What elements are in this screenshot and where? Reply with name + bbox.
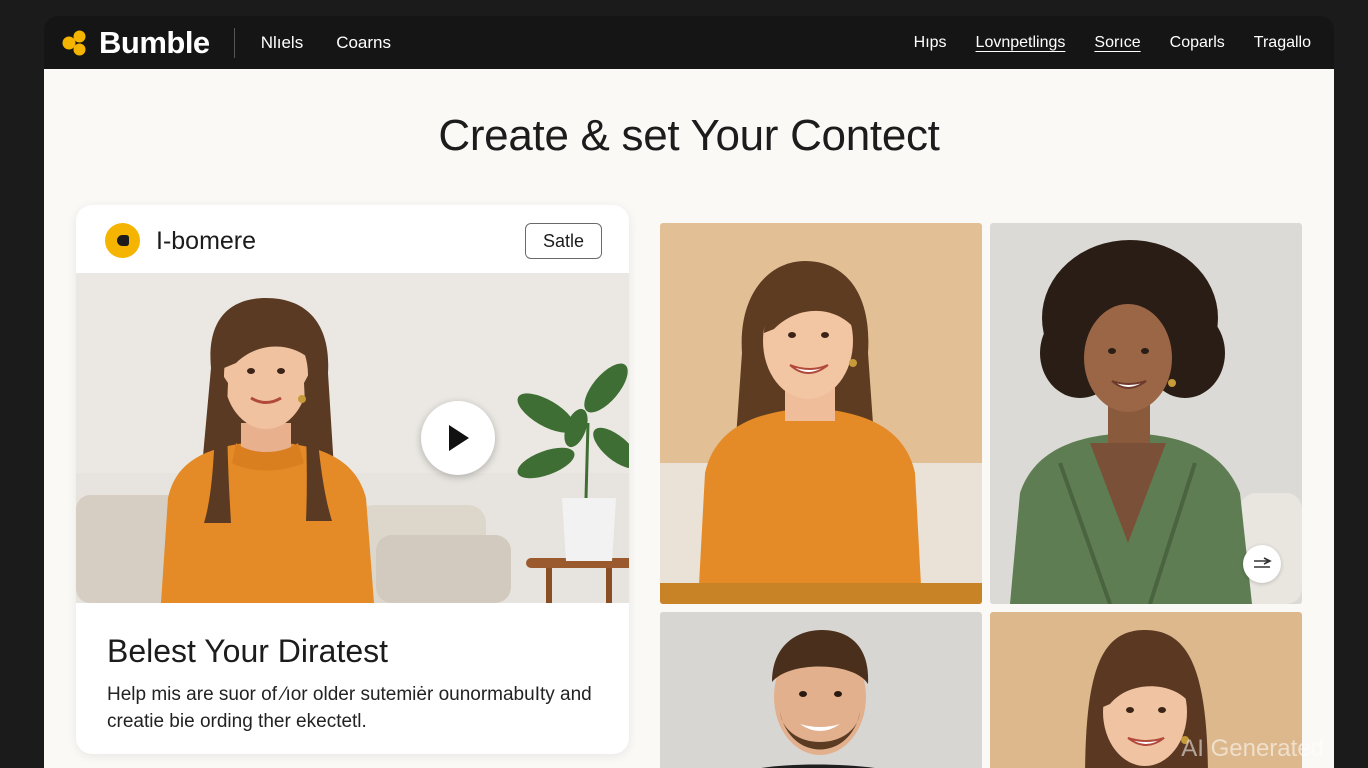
photo-image	[660, 223, 982, 604]
play-icon	[449, 425, 469, 451]
card-header: I-bomere Satle	[76, 205, 629, 273]
nav-item-hps[interactable]: Hıps	[914, 34, 947, 52]
header-divider	[233, 27, 235, 58]
main-content: Create & set Your Contect I-bomere Satle	[44, 69, 1334, 768]
top-nav-bar: Bumble Nlıels Coarns Hıps Lovnpetlings S…	[44, 16, 1334, 69]
card-description: Help mis are suor of ⁄ıor older sutemiėr…	[107, 684, 592, 732]
profile-photo-2[interactable]	[990, 223, 1302, 604]
profile-photo-1[interactable]	[660, 223, 982, 604]
swap-icon	[1254, 557, 1272, 568]
nav-left: Nlıels Coarns	[261, 33, 391, 53]
nav-item-coparls[interactable]: Coparls	[1170, 34, 1225, 52]
photo-image	[660, 612, 982, 768]
bumble-logo-icon	[62, 30, 86, 55]
nav-item-sorice[interactable]: Sorıce	[1094, 34, 1140, 52]
nav-item-tragallo[interactable]: Tragallo	[1254, 34, 1311, 52]
save-button[interactable]: Satle	[525, 223, 602, 259]
nav-item-nlels[interactable]: Nlıels	[261, 33, 304, 53]
video-image	[76, 273, 629, 603]
nav-item-coarns[interactable]: Coarns	[336, 33, 391, 53]
photo-action-button[interactable]	[1243, 545, 1281, 583]
profile-photo-3[interactable]	[660, 612, 982, 768]
profile-badge-icon	[105, 223, 140, 258]
brand[interactable]: Bumble	[61, 25, 210, 61]
profile-video-card: I-bomere Satle Belest Your Diratest Help…	[76, 205, 629, 754]
page-title: Create & set Your Contect	[438, 111, 940, 160]
play-button[interactable]	[421, 401, 495, 475]
nav-right: Hıps Lovnpetlings Sorıce Coparls Tragall…	[914, 16, 1311, 69]
brand-name: Bumble	[99, 24, 210, 60]
video-thumbnail[interactable]	[76, 273, 629, 603]
nav-item-lovnpetlings[interactable]: Lovnpetlings	[976, 34, 1066, 52]
ai-generated-watermark: AI Generated	[1181, 735, 1324, 762]
profile-name: I-bomere	[156, 227, 257, 255]
card-title: Belest Your Diratest	[107, 633, 389, 669]
